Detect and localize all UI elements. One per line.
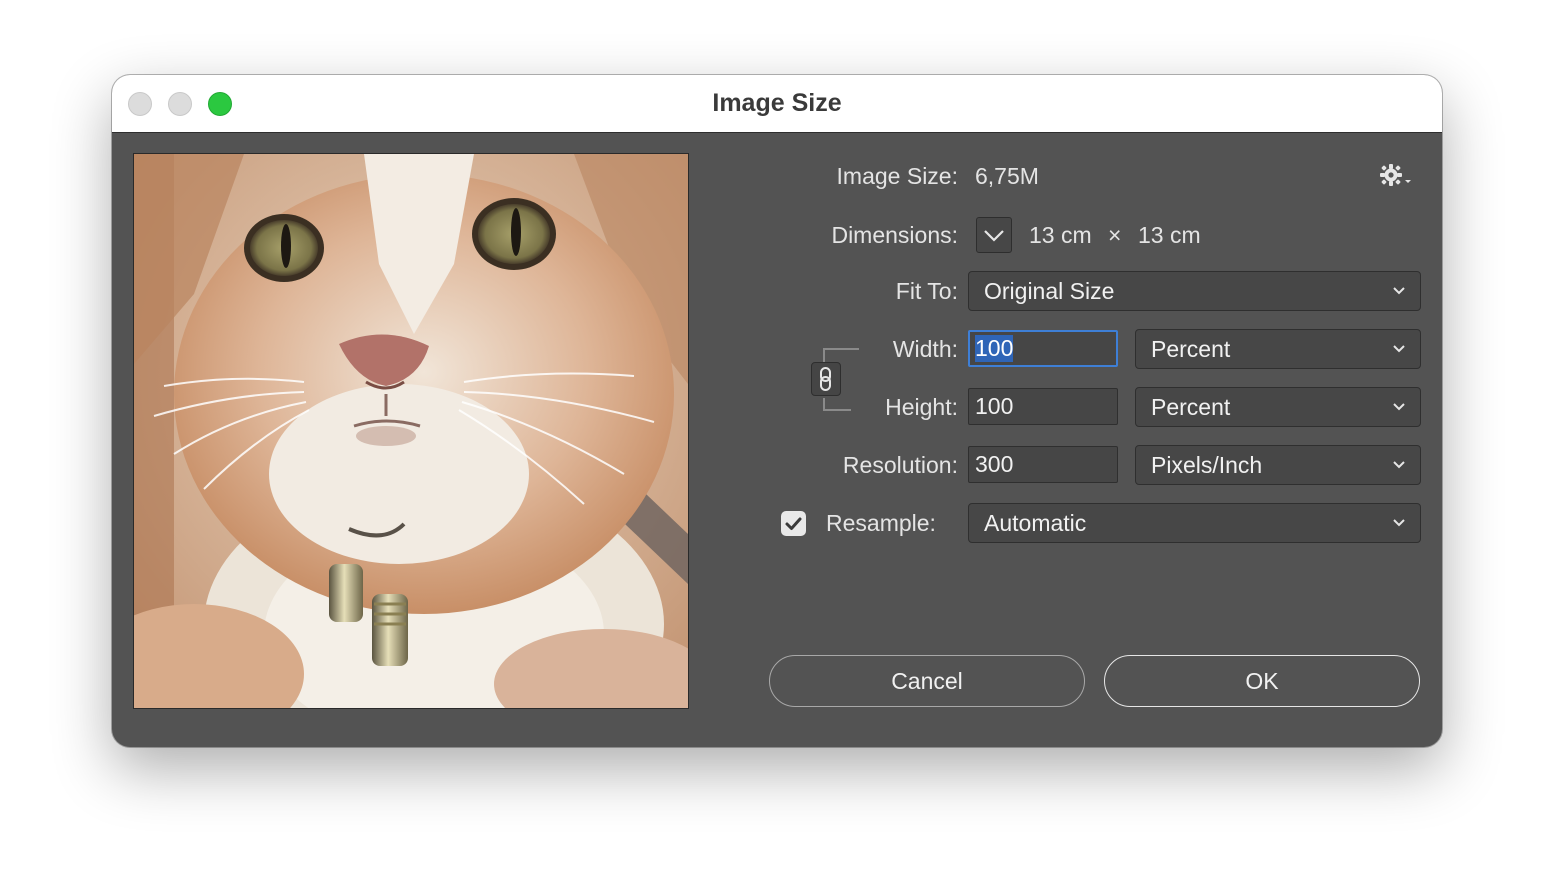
chevron-down-icon — [1393, 461, 1405, 469]
width-unit-value: Percent — [1151, 335, 1231, 362]
title-bar[interactable]: Image Size — [112, 75, 1442, 133]
resolution-input[interactable] — [968, 446, 1118, 483]
dimensions-label: Dimensions: — [831, 222, 958, 248]
cat-preview-image — [134, 154, 688, 708]
cancel-button[interactable]: Cancel — [769, 655, 1085, 707]
ok-button[interactable]: OK — [1104, 655, 1420, 707]
resolution-unit-select[interactable]: Pixels/Inch — [1135, 445, 1421, 485]
dimensions-unit-toggle[interactable] — [976, 217, 1012, 253]
dimensions-separator: × — [1108, 222, 1122, 248]
height-unit-value: Percent — [1151, 393, 1231, 420]
chevron-down-icon — [1393, 519, 1405, 527]
constrain-bracket-top — [823, 348, 859, 362]
fit-to-label: Fit To: — [895, 278, 958, 304]
chevron-down-icon — [984, 230, 1004, 242]
constrain-proportions-button[interactable] — [811, 362, 841, 396]
resample-checkbox[interactable] — [781, 511, 806, 536]
checkmark-icon — [785, 517, 802, 530]
dimensions-height-value: 13 cm — [1138, 222, 1201, 248]
height-unit-select[interactable]: Percent — [1135, 387, 1421, 427]
fit-to-select[interactable]: Original Size — [968, 271, 1421, 311]
resolution-label: Resolution: — [842, 452, 958, 478]
height-label: Height: — [885, 394, 958, 420]
width-input[interactable] — [968, 330, 1118, 367]
dimensions-width-value: 13 cm — [1029, 222, 1092, 248]
image-preview[interactable] — [133, 153, 689, 709]
chain-link-icon — [820, 367, 831, 391]
height-input[interactable] — [968, 388, 1118, 425]
resample-label: Resample: — [826, 510, 936, 536]
image-size-value: 6,75M — [975, 163, 1039, 189]
gear-icon — [1380, 164, 1411, 186]
constrain-bracket-bottom — [823, 398, 851, 411]
chevron-down-icon — [1393, 403, 1405, 411]
image-size-dialog: Image Size Image Size: 6,75M Dimensions:… — [112, 75, 1442, 747]
resample-selected-value: Automatic — [984, 509, 1087, 536]
width-unit-select[interactable]: Percent — [1135, 329, 1421, 369]
chevron-down-icon — [1393, 345, 1405, 353]
chevron-down-icon — [1393, 287, 1405, 295]
resolution-unit-value: Pixels/Inch — [1151, 451, 1263, 478]
image-size-label: Image Size: — [836, 163, 958, 189]
window-title: Image Size — [712, 89, 842, 117]
settings-gear-button[interactable] — [1378, 163, 1418, 189]
fit-to-selected-value: Original Size — [984, 277, 1115, 304]
resample-select[interactable]: Automatic — [968, 503, 1421, 543]
width-label: Width: — [892, 336, 958, 362]
